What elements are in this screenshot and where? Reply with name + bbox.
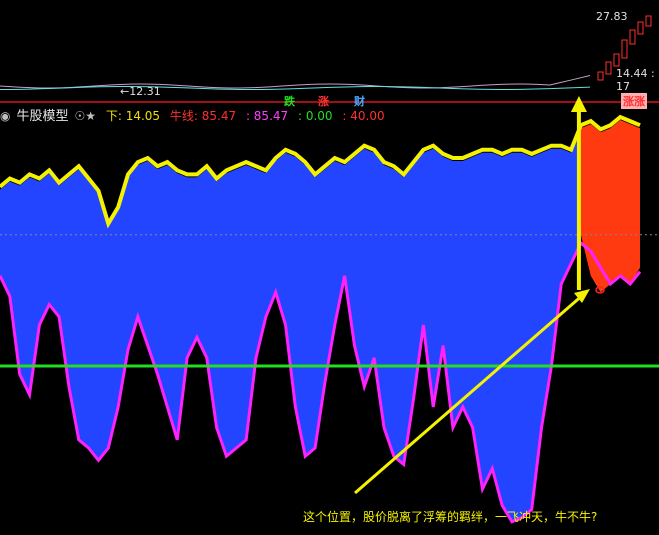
down-value: 下: 14.05	[105, 109, 161, 123]
candle-6	[645, 15, 652, 27]
price-high-label: 27.83	[596, 10, 628, 23]
price-mid-label: 14.44 : 17	[616, 67, 655, 93]
indicator-plot	[0, 96, 659, 524]
annotation-text: 这个位置，股价脱离了浮筹的羁绊，一飞冲天，牛不牛?	[303, 510, 598, 524]
blue-band-area	[0, 128, 581, 522]
candle-0	[597, 71, 604, 81]
price-ma-line	[0, 86, 591, 90]
value-3: : 0.00	[297, 109, 333, 123]
indicator-header: ◉ 牛股模型 ☉★ 下: 14.05 牛线: 85.47 : 85.47 : 0.0…	[0, 105, 391, 124]
value-2: : 85.47	[245, 109, 289, 123]
signal-zhang: 涨涨	[621, 93, 647, 109]
price-low-label: ←12.31	[120, 85, 161, 98]
breakout-arrow-head	[570, 96, 587, 112]
collapse-icon[interactable]: ◉	[0, 109, 10, 123]
indicator-title: 牛股模型	[16, 109, 69, 124]
bull-line-value: 牛线: 85.47	[169, 109, 237, 123]
indicator-settings-icon[interactable]: ☉★	[75, 109, 97, 123]
candle-3	[621, 39, 628, 59]
value-4: : 40.00	[342, 109, 385, 123]
candle-4	[629, 29, 636, 45]
price-line	[0, 74, 591, 89]
candle-1	[605, 61, 612, 75]
candle-5	[637, 21, 644, 35]
indicator-chart	[0, 15, 659, 524]
candle-2	[613, 53, 620, 67]
red-breakout-area	[580, 120, 640, 293]
price-panel	[0, 15, 659, 103]
